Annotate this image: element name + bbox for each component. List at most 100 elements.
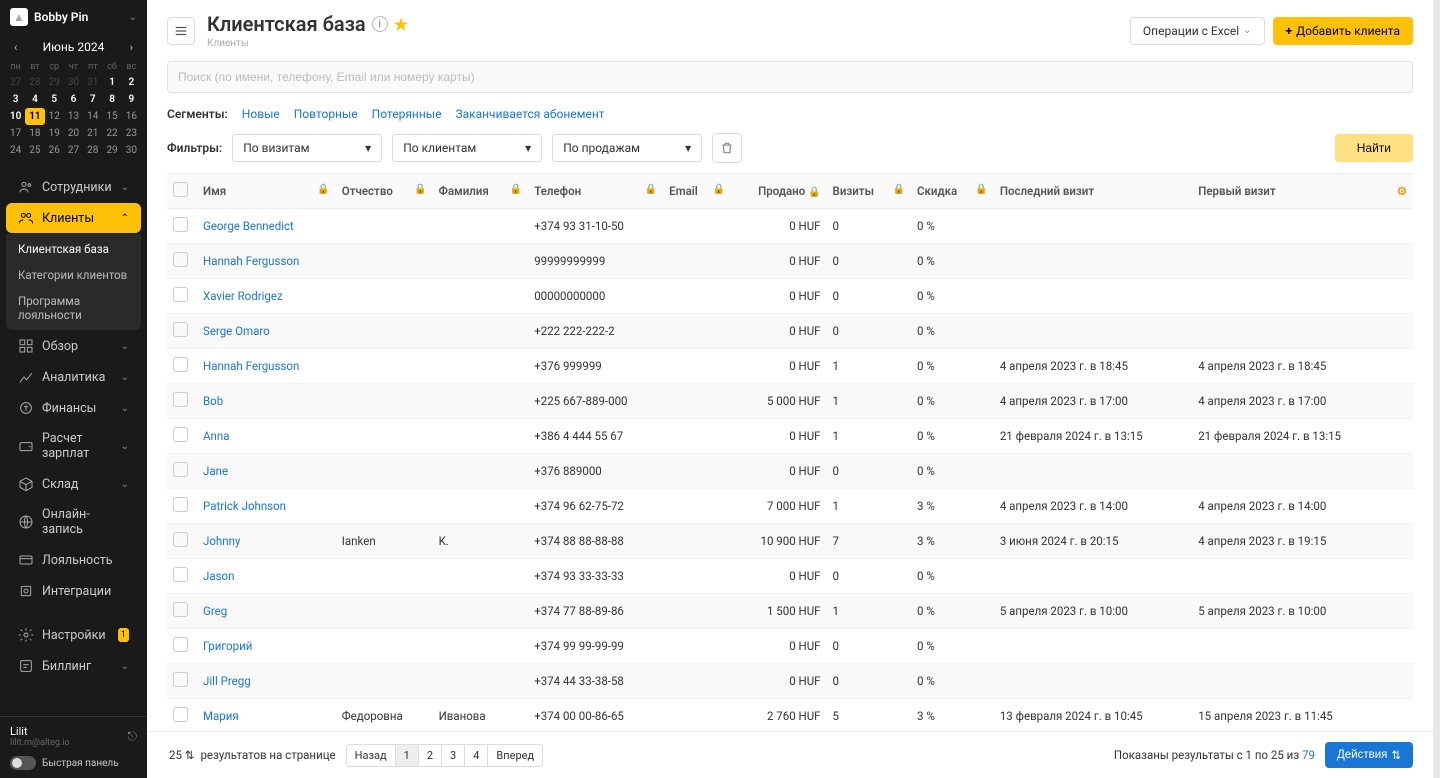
quick-panel-toggle[interactable] — [10, 756, 36, 770]
col-email[interactable]: Email 🔒 — [663, 174, 731, 209]
find-button[interactable]: Найти — [1335, 134, 1413, 162]
col-phone[interactable]: Телефон 🔒 — [528, 174, 663, 209]
row-checkbox[interactable] — [173, 497, 188, 512]
page-1[interactable]: 1 — [396, 744, 419, 767]
segment-repeat[interactable]: Повторные — [294, 107, 358, 121]
nav-analytics[interactable]: Аналитика ⌄ — [6, 362, 141, 392]
segment-expiring[interactable]: Заканчивается абонемент — [455, 107, 604, 121]
cal-day[interactable]: 22 — [102, 125, 121, 142]
table-row[interactable]: Hannah Fergusson999999999990 HUF00 % — [167, 244, 1413, 279]
row-checkbox[interactable] — [173, 602, 188, 617]
client-name-link[interactable]: Patrick Johnson — [203, 499, 286, 513]
filter-sales-dropdown[interactable]: По продажам ▾ — [552, 134, 702, 162]
nav-overview[interactable]: Обзор ⌄ — [6, 331, 141, 361]
client-name-link[interactable]: Anna — [203, 429, 229, 443]
row-checkbox[interactable] — [173, 427, 188, 442]
add-client-button[interactable]: + Добавить клиента — [1273, 17, 1413, 45]
table-row[interactable]: George Bennedict+374 93 31-10-500 HUF00 … — [167, 209, 1413, 244]
cal-day[interactable]: 21 — [83, 125, 102, 142]
nav-loyalty[interactable]: Лояльность — [6, 545, 141, 575]
col-visits[interactable]: Визиты 🔒 — [827, 174, 911, 209]
filter-clients-dropdown[interactable]: По клиентам ▾ — [392, 134, 542, 162]
actions-button[interactable]: Действия ⇅ — [1325, 742, 1413, 768]
cal-day[interactable]: 6 — [64, 91, 83, 108]
cal-day[interactable]: 30 — [122, 142, 141, 159]
filter-visits-dropdown[interactable]: По визитам ▾ — [232, 134, 382, 162]
cal-day[interactable]: 28 — [83, 142, 102, 159]
table-row[interactable]: Anna+386 4 444 55 670 HUF10 %21 февраля … — [167, 419, 1413, 454]
table-row[interactable]: Jill Pregg+374 44 33-38-580 HUF00 % — [167, 664, 1413, 699]
col-discount[interactable]: Скидка 🔒 — [911, 174, 994, 209]
cal-day-prev[interactable]: 28 — [25, 74, 44, 91]
cal-day[interactable]: 7 — [83, 91, 102, 108]
nav-booking[interactable]: Онлайн-запись — [6, 500, 141, 544]
cal-day[interactable]: 9 — [122, 91, 141, 108]
col-last[interactable]: Фамилия 🔒 — [433, 174, 529, 209]
cal-day[interactable]: 24 — [6, 142, 25, 159]
calendar-next[interactable]: › — [126, 41, 137, 54]
row-checkbox[interactable] — [173, 707, 188, 722]
client-name-link[interactable]: Xavier Rodrigez — [203, 289, 283, 303]
excel-operations-button[interactable]: Операции с Excel ⌄ — [1130, 17, 1265, 45]
cal-day-prev[interactable]: 29 — [45, 74, 64, 91]
row-checkbox[interactable] — [173, 532, 188, 547]
nav-settings[interactable]: Настройки 1 — [6, 620, 141, 650]
cal-day[interactable]: 5 — [45, 91, 64, 108]
table-row[interactable]: Patrick Johnson+374 96 62-75-727 000 HUF… — [167, 489, 1413, 524]
clear-filters-button[interactable] — [712, 133, 742, 163]
col-name[interactable]: Имя 🔒 — [197, 174, 336, 209]
vertical-scrollbar[interactable] — [1433, 0, 1440, 778]
row-checkbox[interactable] — [173, 252, 188, 267]
gear-icon[interactable]: ⚙ — [1397, 184, 1407, 198]
col-last-visit[interactable]: Последний визит — [994, 174, 1192, 209]
table-row[interactable]: Bob+225 667-889-0005 000 HUF10 %4 апреля… — [167, 384, 1413, 419]
nav-payroll[interactable]: Расчет зарплат ⌄ — [6, 424, 141, 468]
cal-day[interactable]: 2 — [122, 74, 141, 91]
calendar-prev[interactable]: ‹ — [10, 41, 21, 54]
cal-day[interactable]: 29 — [102, 142, 121, 159]
select-all-checkbox[interactable] — [173, 182, 188, 197]
page-2[interactable]: 2 — [419, 744, 442, 767]
table-row[interactable]: Григорий+374 99 99-99-990 HUF00 % — [167, 629, 1413, 664]
row-checkbox[interactable] — [173, 392, 188, 407]
nav-stock[interactable]: Склад ⌄ — [6, 469, 141, 499]
info-icon[interactable]: i — [372, 16, 388, 32]
row-checkbox[interactable] — [173, 217, 188, 232]
cal-day[interactable]: 12 — [45, 108, 64, 125]
cal-day[interactable]: 26 — [45, 142, 64, 159]
cal-day[interactable]: 13 — [64, 108, 83, 125]
cal-day[interactable]: 15 — [102, 108, 121, 125]
client-name-link[interactable]: Jane — [203, 464, 228, 478]
cal-day[interactable]: 17 — [6, 125, 25, 142]
nav-sub-client-base[interactable]: Клиентская база — [6, 236, 141, 262]
table-row[interactable]: Jane+376 8890000 HUF00 % — [167, 454, 1413, 489]
page-next[interactable]: Вперед — [488, 744, 543, 767]
client-name-link[interactable]: Jason — [203, 569, 234, 583]
cal-day[interactable]: 16 — [122, 108, 141, 125]
client-name-link[interactable]: Greg — [203, 604, 227, 618]
cal-day[interactable]: 20 — [64, 125, 83, 142]
page-4[interactable]: 4 — [465, 744, 488, 767]
table-row[interactable]: Xavier Rodrigez000000000000 HUF00 % — [167, 279, 1413, 314]
row-checkbox[interactable] — [173, 567, 188, 582]
table-row[interactable]: Greg+374 77 88-89-861 500 HUF10 %5 апрел… — [167, 594, 1413, 629]
nav-sub-loyalty-program[interactable]: Программа лояльности — [6, 288, 141, 328]
cal-day[interactable]: 11 — [25, 108, 44, 125]
cal-day-prev[interactable]: 31 — [83, 74, 102, 91]
row-checkbox[interactable] — [173, 322, 188, 337]
cal-day-prev[interactable]: 27 — [6, 74, 25, 91]
cal-day[interactable]: 27 — [64, 142, 83, 159]
segment-new[interactable]: Новые — [242, 107, 280, 121]
total-count-link[interactable]: 79 — [1302, 748, 1315, 762]
row-checkbox[interactable] — [173, 637, 188, 652]
cal-day[interactable]: 1 — [102, 74, 121, 91]
page-3[interactable]: 3 — [442, 744, 465, 767]
client-name-link[interactable]: Johnny — [203, 534, 240, 548]
cal-day[interactable]: 23 — [122, 125, 141, 142]
cal-day[interactable]: 8 — [102, 91, 121, 108]
col-sold[interactable]: Продано 🔒 — [731, 174, 826, 209]
cal-day[interactable]: 14 — [83, 108, 102, 125]
logout-icon[interactable]: ⎋ — [128, 729, 138, 744]
cal-day[interactable]: 25 — [25, 142, 44, 159]
table-row[interactable]: JohnnyIankenK.+374 88 88-88-8810 900 HUF… — [167, 524, 1413, 559]
